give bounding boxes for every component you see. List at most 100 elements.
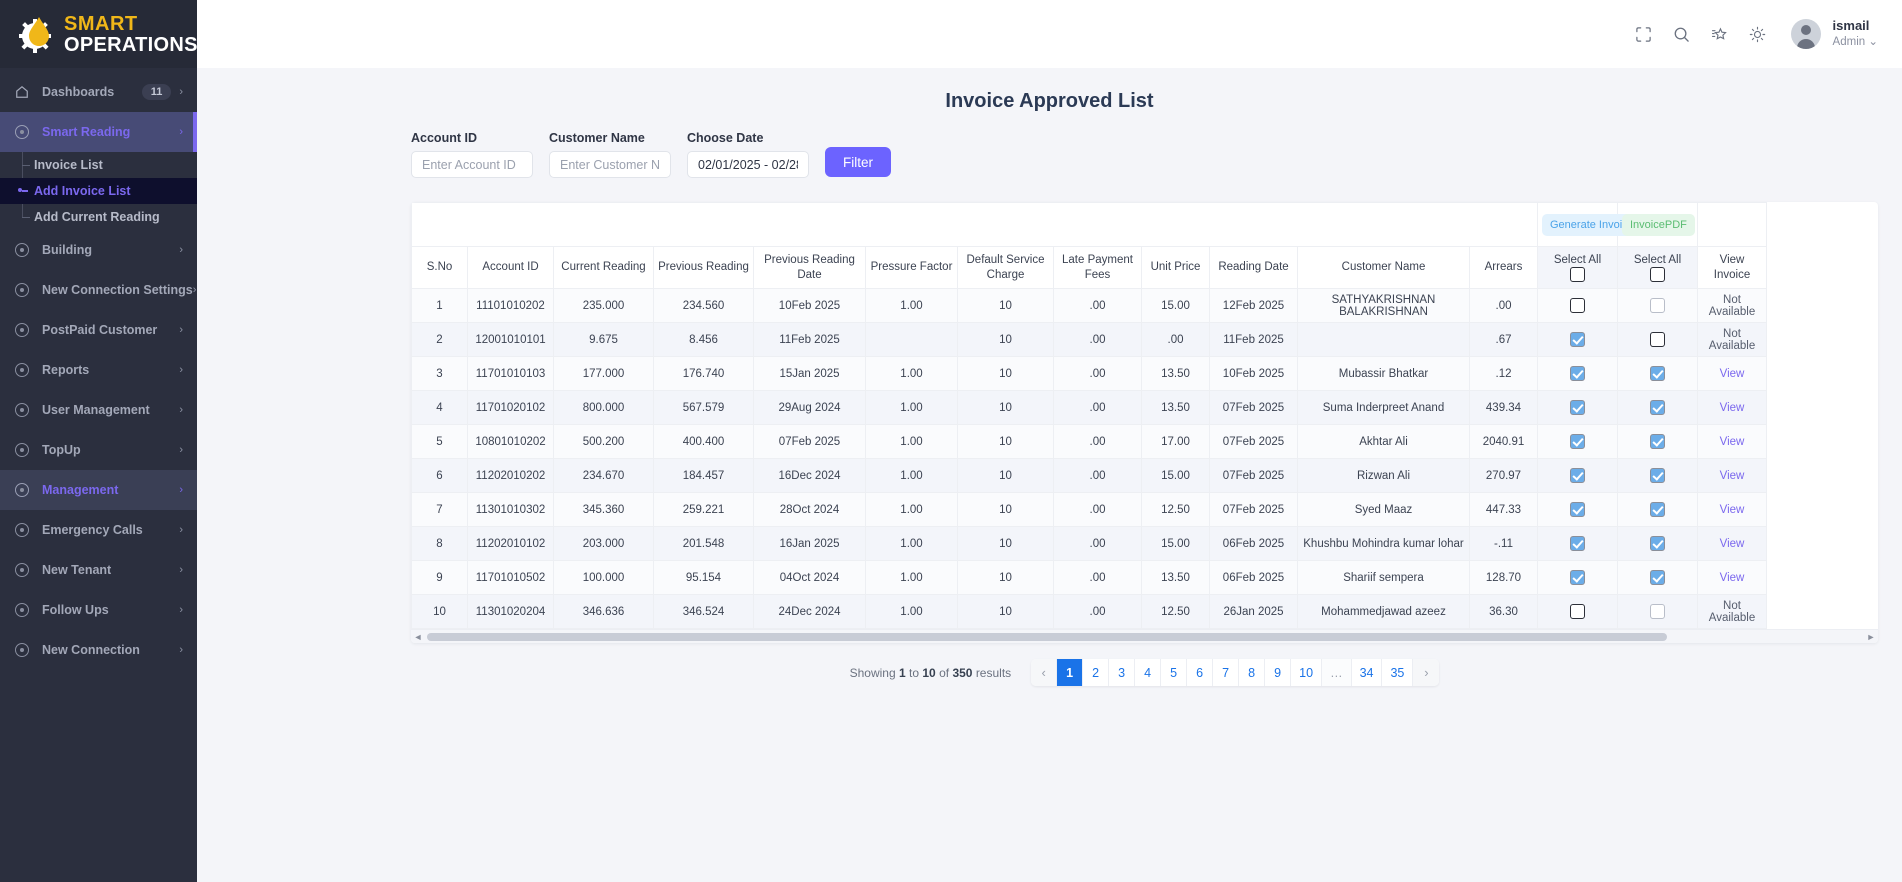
view-invoice-link[interactable]: View xyxy=(1720,572,1745,584)
pagination-prev-button[interactable]: ‹ xyxy=(1031,659,1058,686)
account-id-input[interactable] xyxy=(411,151,533,178)
generate-invoice-checkbox[interactable] xyxy=(1570,434,1585,449)
cell-customer-name: Rizwan Ali xyxy=(1297,458,1470,493)
sidebar-subitem-label: Invoice List xyxy=(34,158,103,172)
invoice-pdf-checkbox[interactable] xyxy=(1650,570,1665,585)
pagination-page-1[interactable]: 1 xyxy=(1057,659,1084,686)
invoice-pdf-checkbox[interactable] xyxy=(1650,434,1665,449)
generate-invoice-checkbox[interactable] xyxy=(1570,332,1585,347)
cell-current-reading: 100.000 xyxy=(553,560,654,595)
app-logo[interactable]: SMART OPERATIONS xyxy=(0,0,197,68)
sidebar-item-building[interactable]: Building › xyxy=(0,230,197,270)
sidebar-item-new-connection-settings[interactable]: New Connection Settings › xyxy=(0,270,197,310)
fullscreen-icon[interactable] xyxy=(1627,17,1661,51)
pagination-page-5[interactable]: 5 xyxy=(1161,659,1188,686)
table-row: 9 11701010502 100.000 95.154 04Oct 2024 1.00 1… xyxy=(411,560,1767,595)
generate-invoice-checkbox[interactable] xyxy=(1570,604,1585,619)
generate-invoice-checkbox[interactable] xyxy=(1570,502,1585,517)
pagination-page-35[interactable]: 35 xyxy=(1382,659,1414,686)
sidebar-item-emergency-calls[interactable]: Emergency Calls › xyxy=(0,510,197,550)
view-invoice-link[interactable]: View xyxy=(1720,402,1745,414)
invoice-pdf-checkbox[interactable] xyxy=(1650,604,1665,619)
scrollbar-thumb[interactable] xyxy=(427,632,1667,641)
sidebar-subitem-add-current-reading[interactable]: Add Current Reading xyxy=(0,204,197,230)
invoice-pdf-checkbox[interactable] xyxy=(1650,502,1665,517)
pagination-page-9[interactable]: 9 xyxy=(1265,659,1292,686)
scroll-right-arrow-icon[interactable]: ► xyxy=(1864,632,1878,642)
chevron-right-icon: › xyxy=(179,644,183,656)
pagination-page-4[interactable]: 4 xyxy=(1135,659,1162,686)
sidebar-item-user-management[interactable]: User Management › xyxy=(0,390,197,430)
sidebar-item-label: User Management xyxy=(42,403,150,417)
invoice-pdf-button[interactable]: InvoicePDF xyxy=(1622,213,1695,236)
sidebar-subitem-add-invoice-list[interactable]: Add Invoice List xyxy=(0,178,197,204)
invoice-pdf-checkbox[interactable] xyxy=(1650,400,1665,415)
star-icon[interactable] xyxy=(1703,17,1737,51)
pagination-page-34[interactable]: 34 xyxy=(1351,659,1383,686)
sidebar-subitem-invoice-list[interactable]: Invoice List xyxy=(0,152,197,178)
view-invoice-link[interactable]: View xyxy=(1720,470,1745,482)
horizontal-scrollbar[interactable]: ◄ ► xyxy=(411,629,1878,643)
cell-late-payment-fees: .00 xyxy=(1053,390,1142,425)
invoice-pdf-checkbox[interactable] xyxy=(1650,366,1665,381)
select-all-generate-checkbox[interactable] xyxy=(1570,267,1585,283)
user-menu[interactable]: ismail Admin ⌄ xyxy=(1833,17,1878,50)
pagination-page-6[interactable]: 6 xyxy=(1187,659,1214,686)
pagination-page-7[interactable]: 7 xyxy=(1213,659,1240,686)
view-invoice-link[interactable]: View xyxy=(1720,504,1745,516)
cell-previous-reading-date: 04Oct 2024 xyxy=(753,560,866,595)
invoice-pdf-checkbox[interactable] xyxy=(1650,468,1665,483)
sidebar-item-management[interactable]: Management › xyxy=(0,470,197,510)
scroll-left-arrow-icon[interactable]: ◄ xyxy=(411,632,425,642)
chevron-right-icon: › xyxy=(179,484,183,496)
generate-invoice-checkbox[interactable] xyxy=(1570,400,1585,415)
circle-dot-icon xyxy=(12,363,32,377)
pagination-page-2[interactable]: 2 xyxy=(1083,659,1110,686)
pagination-page-10[interactable]: 10 xyxy=(1291,659,1323,686)
generate-invoice-checkbox[interactable] xyxy=(1570,536,1585,551)
pagination-next-button[interactable]: › xyxy=(1413,659,1440,686)
scrollbar-track[interactable] xyxy=(425,631,1864,642)
sidebar-item-reports[interactable]: Reports › xyxy=(0,350,197,390)
pagination-ellipsis: … xyxy=(1322,659,1352,686)
choose-date-input[interactable] xyxy=(687,151,809,178)
invoice-table-head: Generate Invoice InvoicePDF S.No Account… xyxy=(411,202,1767,289)
view-invoice-link[interactable]: View xyxy=(1720,436,1745,448)
sidebar-item-topup[interactable]: TopUp › xyxy=(0,430,197,470)
customer-name-input[interactable] xyxy=(549,151,671,178)
cell-arrears: .67 xyxy=(1469,322,1538,357)
sidebar-item-smart-reading[interactable]: Smart Reading › xyxy=(0,112,197,152)
invoice-pdf-checkbox[interactable] xyxy=(1650,298,1665,313)
brightness-icon[interactable] xyxy=(1741,17,1775,51)
search-icon[interactable] xyxy=(1665,17,1699,51)
cell-unit-price: 12.50 xyxy=(1141,594,1210,629)
pagination-page-3[interactable]: 3 xyxy=(1109,659,1136,686)
pagination-page-8[interactable]: 8 xyxy=(1239,659,1266,686)
sidebar-item-follow-ups[interactable]: Follow Ups › xyxy=(0,590,197,630)
view-invoice-link[interactable]: View xyxy=(1720,368,1745,380)
cell-previous-reading: 95.154 xyxy=(653,560,754,595)
sidebar-item-new-connection[interactable]: New Connection › xyxy=(0,630,197,670)
generate-invoice-checkbox[interactable] xyxy=(1570,570,1585,585)
filter-button[interactable]: Filter xyxy=(825,147,891,177)
app-root: SMART OPERATIONS Dashboards 11 › Smart R… xyxy=(0,0,1902,882)
cell-previous-reading-date: 28Oct 2024 xyxy=(753,492,866,527)
table-row: 4 11701020102 800.000 567.579 29Aug 2024 1.00… xyxy=(411,390,1767,425)
cell-pdf-checkbox xyxy=(1617,526,1698,561)
sidebar-item-postpaid-customer[interactable]: PostPaid Customer › xyxy=(0,310,197,350)
generate-invoice-checkbox[interactable] xyxy=(1570,468,1585,483)
select-all-pdf-checkbox[interactable] xyxy=(1650,267,1665,283)
avatar[interactable] xyxy=(1790,19,1821,49)
sidebar-item-new-tenant[interactable]: New Tenant › xyxy=(0,550,197,590)
generate-invoice-checkbox[interactable] xyxy=(1570,298,1585,313)
sidebar-item-dashboards[interactable]: Dashboards 11 › xyxy=(0,72,197,112)
invoice-pdf-checkbox[interactable] xyxy=(1650,332,1665,347)
generate-invoice-checkbox[interactable] xyxy=(1570,366,1585,381)
cell-view-invoice: Not Available xyxy=(1697,288,1767,323)
cell-sno: 2 xyxy=(411,322,468,357)
cell-default-service-charge: 10 xyxy=(957,560,1054,595)
cell-current-reading: 9.675 xyxy=(553,322,654,357)
view-invoice-link[interactable]: View xyxy=(1720,538,1745,550)
invoice-pdf-checkbox[interactable] xyxy=(1650,536,1665,551)
cell-account-id: 11701010103 xyxy=(467,356,554,391)
